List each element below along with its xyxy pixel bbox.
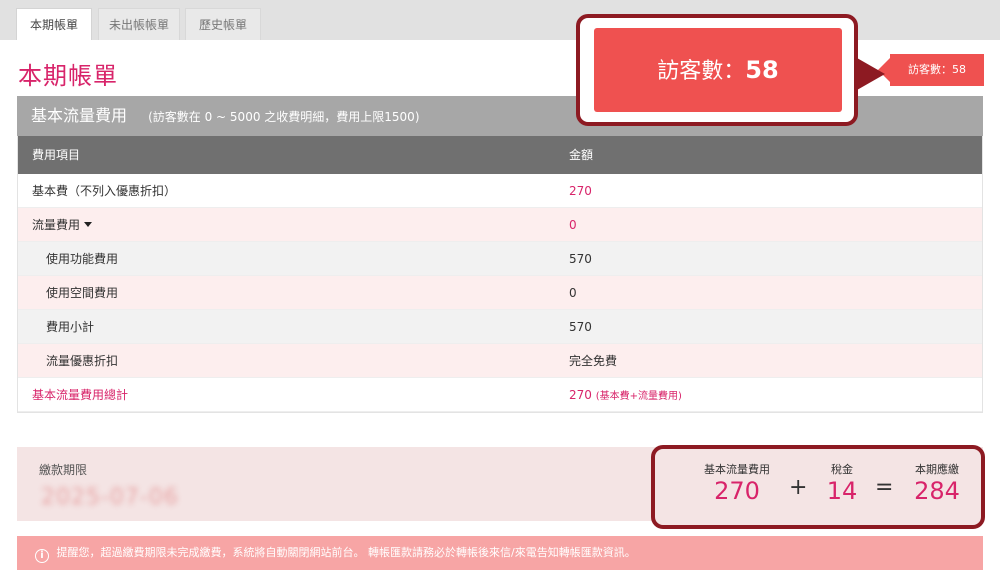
row-item: 使用功能費用: [46, 252, 119, 266]
summary-total-label: 本期應繳: [915, 463, 959, 476]
caret-down-icon[interactable]: [84, 222, 93, 227]
summary-callout: 基本流量費用 270 + 稅金 14 = 本期應繳 284: [651, 445, 985, 529]
table-row-expandable[interactable]: 流量費用 0: [18, 208, 982, 242]
row-amount: 270: [569, 184, 592, 198]
reminder-notice: i 提醒您，超過繳費期限未完成繳費，系統將自動關閉網站前台。 轉帳匯款請務必於轉…: [17, 536, 983, 570]
section-title: 基本流量費用: [31, 106, 128, 125]
summary-total-value: 284: [914, 477, 960, 505]
row-amount: 完全免費: [569, 354, 618, 368]
visitor-callout: 訪客數：58: [576, 14, 885, 126]
row-item: 流量優惠折扣: [46, 354, 119, 368]
row-amount: 270 (基本費+流量費用): [569, 388, 682, 402]
summary-tax-label: 稅金: [831, 463, 853, 476]
header-item: 費用項目: [32, 148, 81, 162]
visitor-callout-value: 58: [745, 56, 779, 84]
page-title: 本期帳單: [18, 62, 118, 90]
table-header: 費用項目 金額: [18, 136, 982, 174]
row-amount: 0: [569, 286, 577, 300]
row-item: 基本流量費用總計: [32, 388, 129, 402]
table-row: 使用空間費用 0: [18, 276, 982, 310]
row-item: 費用小計: [46, 320, 95, 334]
summary-tax-value: 14: [826, 477, 858, 505]
plus-sign: +: [789, 475, 808, 500]
visitor-callout-label: 訪客數：: [657, 59, 746, 84]
summary-base-label: 基本流量費用: [704, 463, 770, 476]
header-amount: 金額: [569, 148, 594, 162]
table-row: 流量優惠折扣 完全免費: [18, 344, 982, 378]
payment-deadline-label: 繳款期限: [39, 463, 88, 477]
row-amount: 570: [569, 252, 592, 266]
equals-sign: =: [875, 475, 894, 500]
info-icon: i: [35, 549, 49, 563]
row-amount-note: (基本費+流量費用): [595, 391, 682, 402]
table-row: 基本費（不列入優惠折扣） 270: [18, 174, 982, 208]
summary-base-value: 270: [714, 477, 760, 505]
tab-unbilled[interactable]: 未出帳帳單: [98, 8, 180, 40]
table-row: 費用小計 570: [18, 310, 982, 344]
table-row: 使用功能費用 570: [18, 242, 982, 276]
table-row-total: 基本流量費用總計 270 (基本費+流量費用): [18, 378, 982, 412]
row-item: 基本費（不列入優惠折扣）: [32, 184, 177, 198]
row-item: 使用空間費用: [46, 286, 119, 300]
tab-history[interactable]: 歷史帳單: [185, 8, 261, 40]
section-subtitle: (訪客數在 0 ~ 5000 之收費明細，費用上限1500): [148, 110, 420, 124]
row-amount: 0: [569, 218, 577, 232]
payment-deadline-date: 2025-07-06: [41, 485, 179, 510]
tab-current-bill[interactable]: 本期帳單: [16, 8, 92, 40]
visitor-badge: 訪客數：58: [878, 54, 984, 86]
visitor-callout-box: 訪客數：58: [594, 28, 842, 112]
reminder-text: 提醒您，超過繳費期限未完成繳費，系統將自動關閉網站前台。 轉帳匯款請務必於轉帳後…: [56, 546, 636, 559]
row-item: 流量費用: [32, 208, 93, 242]
row-amount: 570: [569, 320, 592, 334]
fee-table: 費用項目 金額 基本費（不列入優惠折扣） 270 流量費用 0 使用功能費用 5…: [17, 136, 983, 413]
